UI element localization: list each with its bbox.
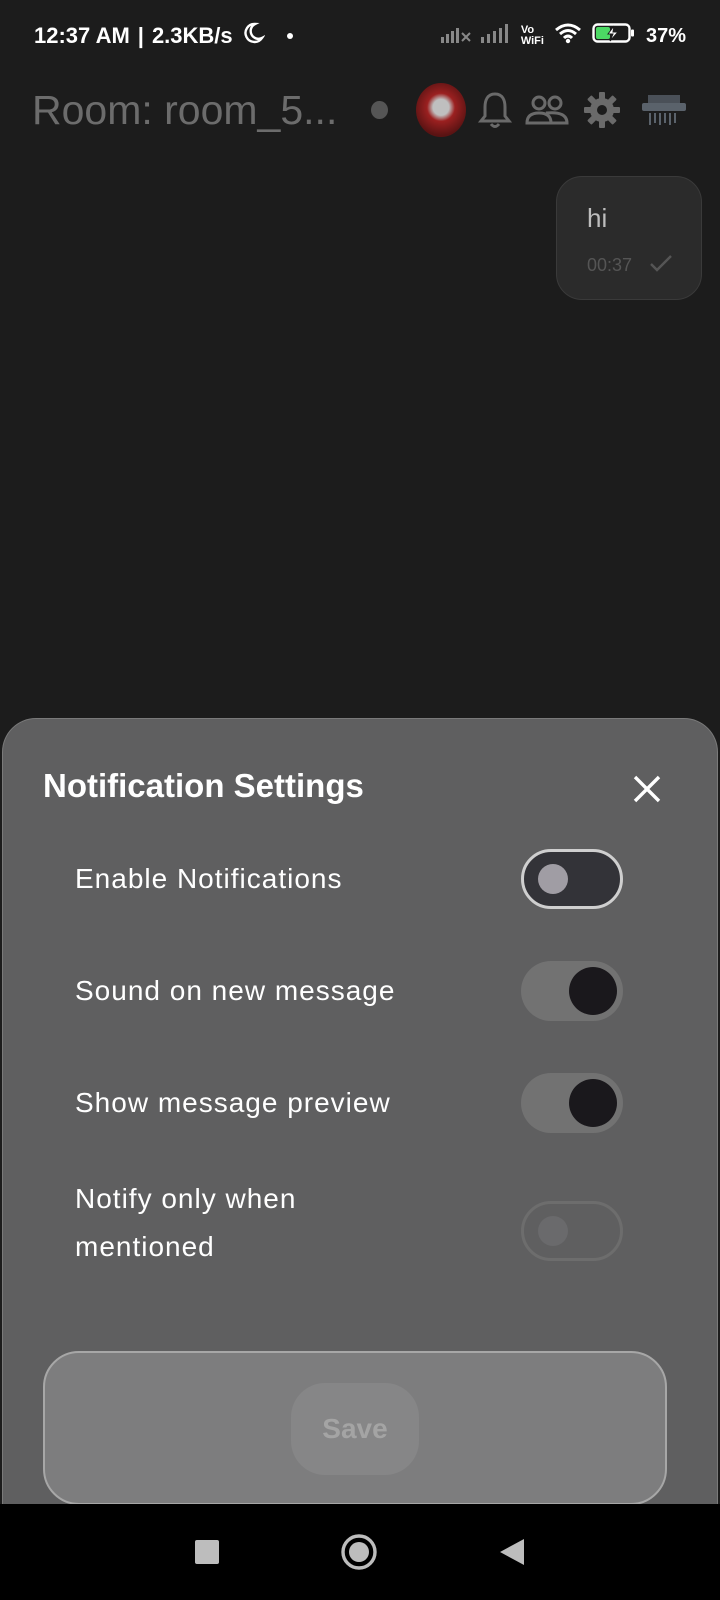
check-icon bbox=[649, 253, 673, 278]
battery-percent: 37% bbox=[645, 24, 686, 47]
save-container: Save bbox=[43, 1351, 667, 1505]
room-title: Room: room_5... bbox=[32, 86, 338, 133]
signal-icon bbox=[480, 23, 511, 49]
message-bubble[interactable]: hi 00:37 bbox=[556, 176, 702, 300]
shredder-icon[interactable] bbox=[640, 93, 688, 127]
notification-settings-sheet: Notification Settings Enable Notificatio… bbox=[2, 718, 718, 1510]
signal-x-icon bbox=[440, 23, 471, 49]
notification-dot bbox=[286, 33, 293, 39]
back-icon[interactable] bbox=[498, 1537, 526, 1567]
vowifi-icon: Vo WiFi bbox=[520, 24, 544, 47]
bell-icon[interactable] bbox=[477, 90, 512, 130]
avatar[interactable] bbox=[416, 83, 466, 137]
presence-dot bbox=[371, 101, 388, 119]
close-icon[interactable] bbox=[627, 769, 667, 809]
moon-icon bbox=[241, 21, 266, 51]
network-speed: 2.3KB/s bbox=[151, 23, 233, 48]
setting-row-sound: Sound on new message bbox=[75, 961, 635, 1021]
mentions-toggle[interactable] bbox=[521, 1201, 623, 1261]
battery-charging-icon bbox=[592, 22, 636, 50]
message-time: 00:37 bbox=[587, 255, 633, 275]
setting-row-enable-notifications: Enable Notifications bbox=[75, 849, 635, 909]
setting-row-mentions: Notify only when mentioned bbox=[75, 1175, 635, 1271]
enable-notifications-toggle[interactable] bbox=[521, 849, 623, 909]
status-bar: 12:37 AM | 2.3KB/s Vo WiFi 37% bbox=[0, 0, 720, 72]
setting-row-preview: Show message preview bbox=[75, 1073, 635, 1133]
gear-icon[interactable] bbox=[582, 90, 622, 130]
sound-toggle[interactable] bbox=[521, 961, 623, 1021]
sheet-title: Notification Settings bbox=[43, 767, 364, 804]
wifi-icon bbox=[554, 22, 582, 50]
home-icon[interactable] bbox=[340, 1533, 378, 1571]
chat-header: Room: room_5... bbox=[0, 78, 720, 142]
save-button[interactable]: Save bbox=[291, 1383, 419, 1475]
navigation-bar bbox=[0, 1504, 720, 1600]
status-time: 12:37 AM bbox=[34, 23, 130, 48]
people-icon[interactable] bbox=[524, 93, 570, 127]
message-text: hi bbox=[587, 203, 608, 233]
preview-toggle[interactable] bbox=[521, 1073, 623, 1133]
recent-apps-icon[interactable] bbox=[194, 1539, 220, 1565]
